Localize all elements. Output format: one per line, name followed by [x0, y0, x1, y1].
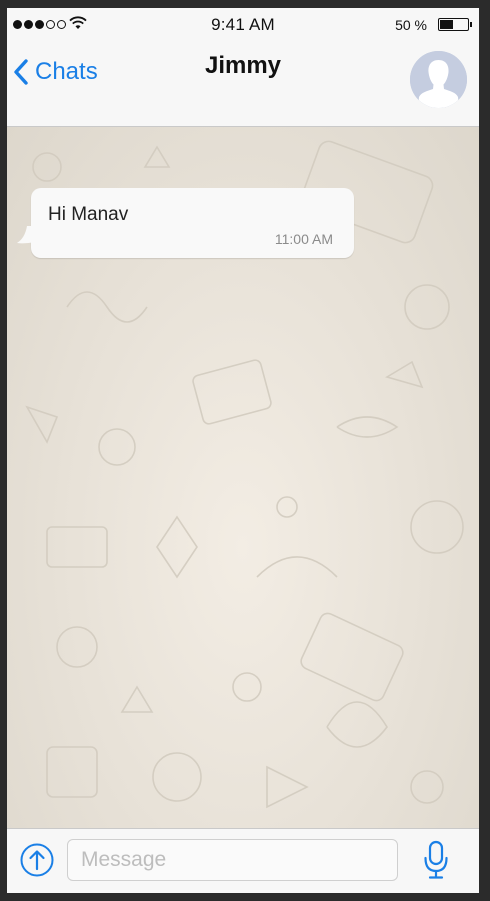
microphone-button[interactable]: [423, 840, 449, 885]
microphone-icon: [424, 840, 448, 879]
upload-arrow-icon: [20, 843, 54, 877]
message-input-bar: [7, 828, 479, 893]
phone-screen: 9:41 AM 50 % Chats Jimmy Hi Manav 11:00 …: [7, 8, 479, 893]
contact-name[interactable]: Jimmy: [7, 52, 479, 80]
profile-placeholder-icon: [410, 51, 467, 108]
battery-icon: [438, 18, 472, 31]
contact-avatar[interactable]: [410, 51, 467, 108]
battery-level-fill: [440, 20, 453, 29]
chat-area[interactable]: Hi Manav 11:00 AM: [7, 127, 479, 828]
message-bubble[interactable]: Hi Manav 11:00 AM: [17, 188, 354, 258]
chat-header: Chats Jimmy: [7, 42, 479, 127]
attach-button[interactable]: [20, 843, 54, 882]
bubble-tail: [17, 226, 35, 244]
message-text: Hi Manav: [48, 204, 129, 225]
battery-percentage: 50 %: [395, 17, 427, 33]
message-timestamp: 11:00 AM: [274, 231, 333, 247]
message-input[interactable]: [67, 839, 398, 881]
status-bar: 9:41 AM 50 %: [7, 8, 479, 42]
